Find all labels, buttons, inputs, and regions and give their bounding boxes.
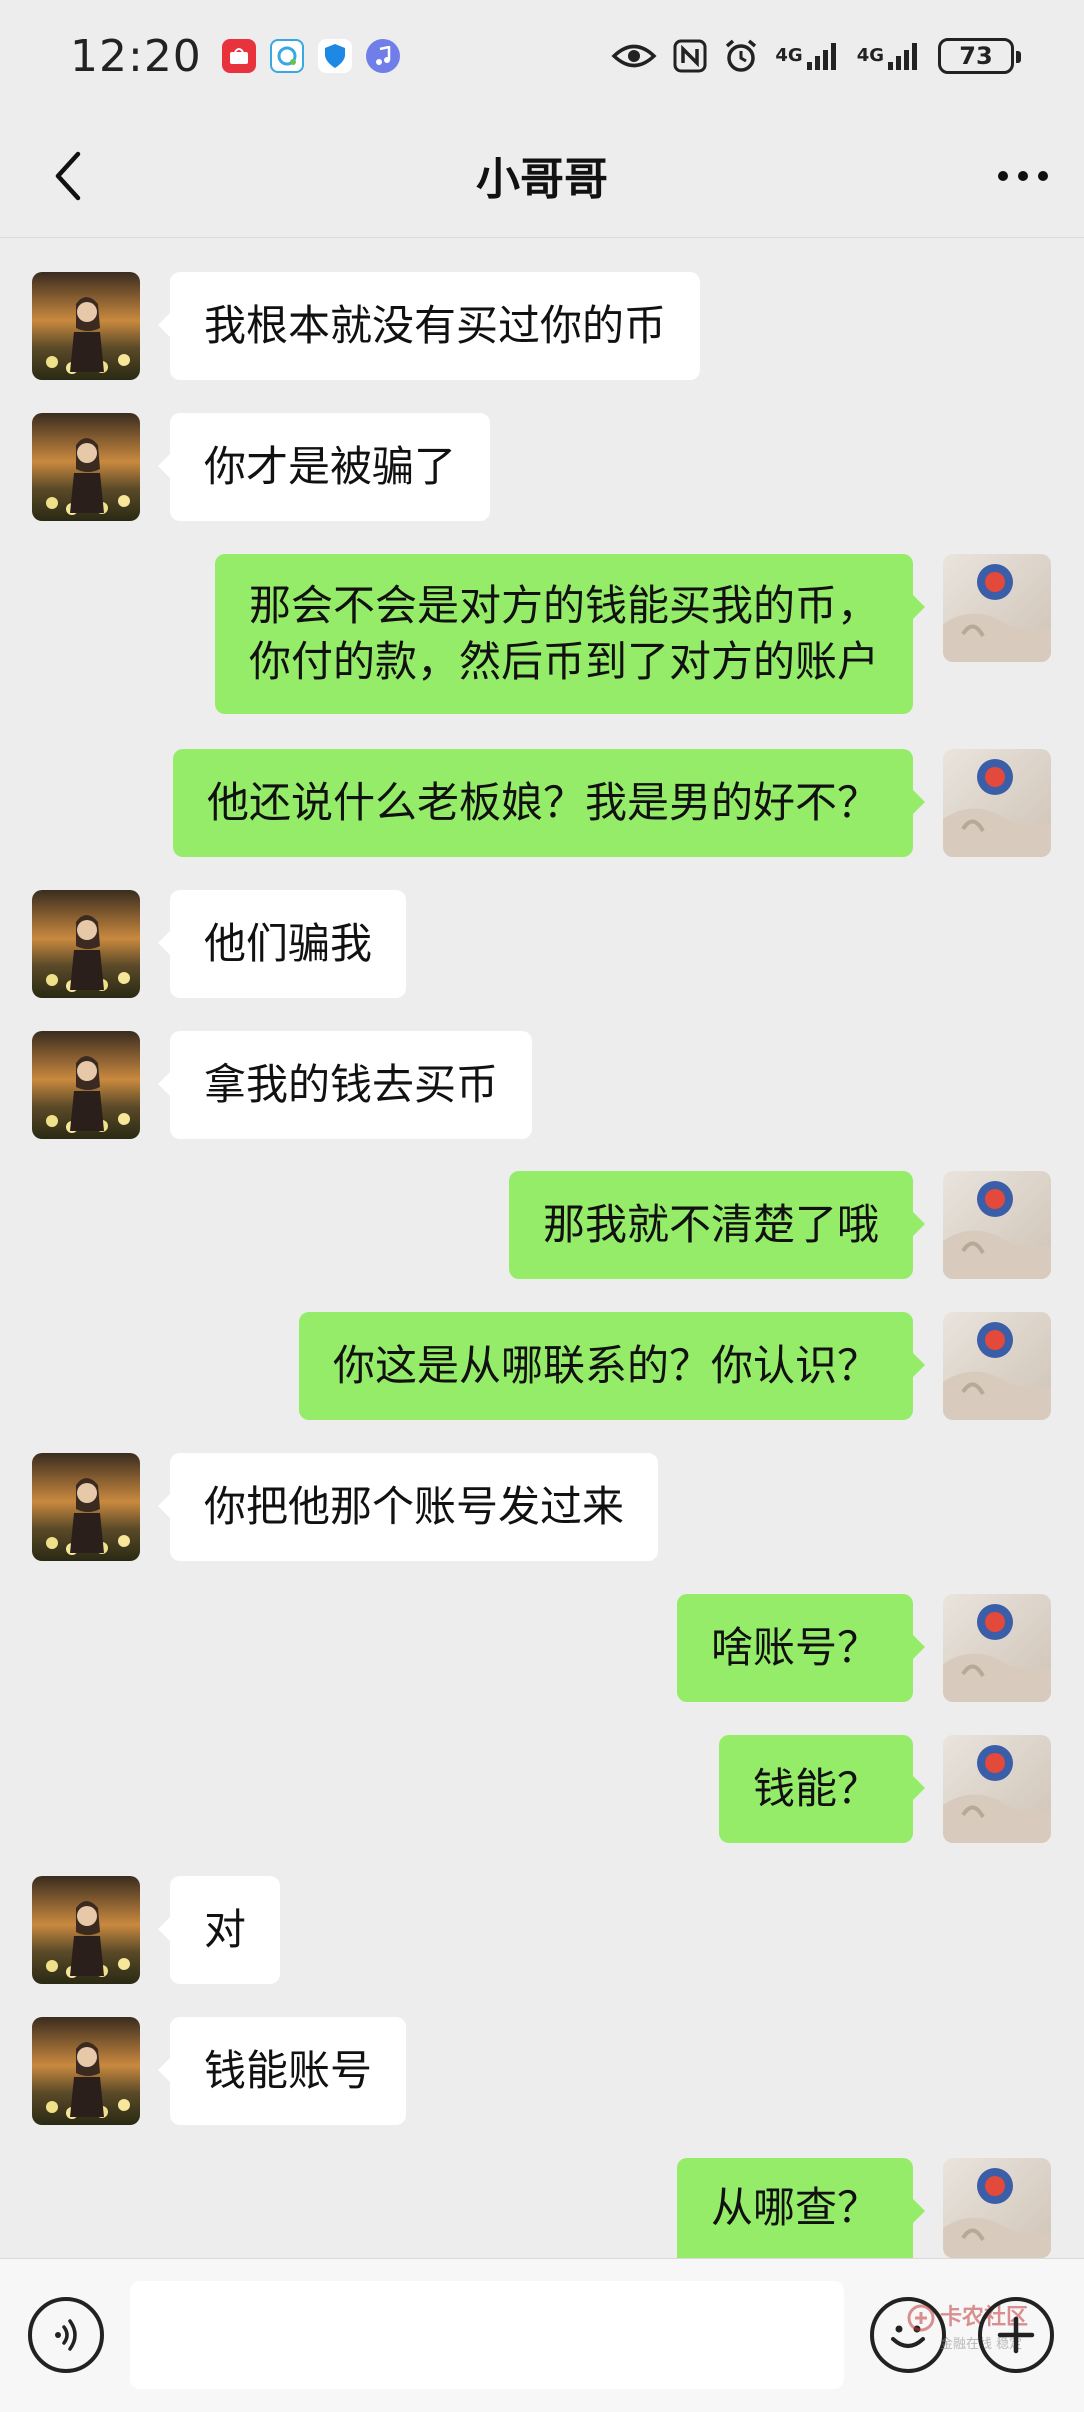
message-bubble-sent[interactable]: 那会不会是对方的钱能买我的币， 你付的款，然后币到了对方的账户 (214, 554, 926, 714)
system-status-icons: 4G 4G 73 (611, 36, 1021, 76)
message-bubble-received[interactable]: 你把他那个账号发过来 (157, 1453, 659, 1561)
back-button[interactable] (38, 146, 98, 206)
message-bubble-sent[interactable]: 啥账号？ (676, 1594, 926, 1702)
contact-avatar[interactable] (32, 272, 140, 380)
more-dots-icon (998, 171, 1048, 181)
input-bar: 卡农社区 金融在线 稳定 (0, 2258, 1084, 2412)
contact-avatar[interactable] (32, 2017, 140, 2125)
message-bubble-received[interactable]: 你才是被骗了 (157, 413, 491, 521)
message-bubble-received[interactable]: 对 (157, 1876, 281, 1984)
eye-comfort-icon (611, 36, 657, 76)
my-avatar[interactable] (943, 749, 1051, 857)
notification-icons (221, 39, 400, 73)
shield-app-icon (317, 39, 352, 73)
status-time: 12:20 (70, 30, 202, 82)
message-line: 你付的款，然后币到了对方的账户 (248, 637, 879, 686)
contact-avatar[interactable] (32, 413, 140, 521)
message-bubble-sent[interactable]: 那我就不清楚了哦 (508, 1171, 926, 1279)
status-bar: 12:20 4G 4G 73 (0, 0, 1084, 112)
chevron-left-icon (55, 151, 81, 201)
message-line: 那会不会是对方的钱能买我的币， (248, 581, 879, 630)
contact-avatar[interactable] (32, 890, 140, 998)
battery-indicator: 73 (938, 38, 1021, 74)
contact-avatar[interactable] (32, 1453, 140, 1561)
more-functions-button[interactable] (978, 2297, 1054, 2373)
my-avatar[interactable] (943, 1312, 1051, 1420)
huawei-store-icon (221, 39, 256, 73)
nfc-icon (673, 36, 707, 76)
music-app-icon (365, 39, 400, 73)
message-bubble-received[interactable]: 钱能账号 (157, 2017, 407, 2125)
signal-sim2-icon: 4G (857, 36, 922, 76)
message-bubble-received[interactable]: 他们骗我 (157, 890, 407, 998)
my-avatar[interactable] (943, 2158, 1051, 2258)
voice-icon (55, 2319, 77, 2351)
my-avatar[interactable] (943, 1594, 1051, 1702)
message-input[interactable] (130, 2281, 844, 2389)
my-avatar[interactable] (943, 1735, 1051, 1843)
chat-header: 小哥哥 (0, 112, 1084, 238)
message-bubble-received[interactable]: 我根本就没有买过你的币 (157, 272, 701, 380)
message-bubble-sent[interactable]: 钱能？ (718, 1735, 926, 1843)
message-bubble-sent[interactable]: 他还说什么老板娘？我是男的好不？ (172, 749, 926, 857)
message-bubble-sent[interactable]: 你这是从哪联系的？你认识？ (298, 1312, 926, 1420)
alarm-icon (723, 36, 759, 76)
signal-sim1-icon: 4G (775, 36, 840, 76)
contact-avatar[interactable] (32, 1876, 140, 1984)
chat-bubble-app-icon (269, 39, 304, 73)
message-bubble-received[interactable]: 拿我的钱去买币 (157, 1031, 533, 1139)
voice-input-button[interactable] (28, 2297, 104, 2373)
plus-icon (997, 2316, 1035, 2354)
message-bubble-sent[interactable]: 从哪查？ (676, 2158, 926, 2258)
chat-title: 小哥哥 (476, 153, 608, 205)
my-avatar[interactable] (943, 554, 1051, 662)
contact-avatar[interactable] (32, 1031, 140, 1139)
more-options-button[interactable] (988, 146, 1058, 206)
my-avatar[interactable] (943, 1171, 1051, 1279)
